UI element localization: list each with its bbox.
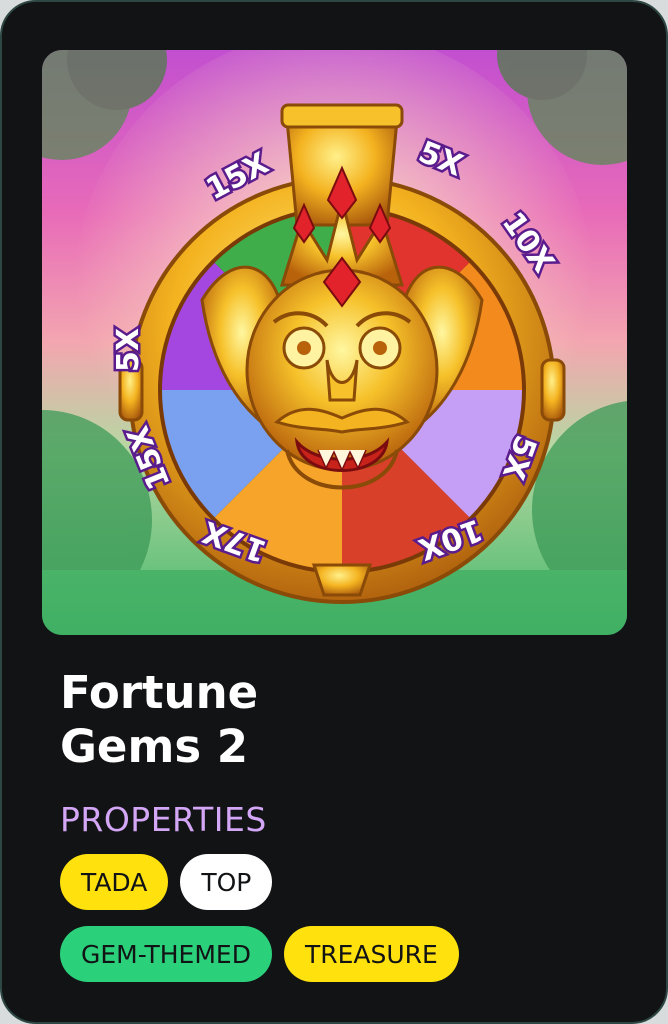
game-card[interactable]: 15X 5X 10X 5X 15X 17X 10X 5X Fortune Gem…: [0, 0, 668, 1024]
game-title-line-1: Fortune: [60, 666, 259, 719]
tag-row: GEM-THEMED TREASURE: [60, 926, 459, 982]
game-artwork[interactable]: 15X 5X 10X 5X 15X 17X 10X 5X: [42, 50, 627, 635]
wheel-multiplier-label: 5X: [111, 328, 146, 372]
tag-top[interactable]: TOP: [180, 854, 273, 910]
fortune-wheel-illustration: 15X 5X 10X 5X 15X 17X 10X 5X: [42, 50, 627, 635]
game-title: Fortune Gems 2: [60, 666, 258, 774]
tag-row: TADA TOP: [60, 854, 273, 910]
tag-treasure[interactable]: TREASURE: [283, 926, 459, 982]
game-title-line-2: Gems 2: [60, 720, 249, 773]
tag-gem-themed[interactable]: GEM-THEMED: [60, 926, 272, 982]
properties-label: PROPERTIES: [60, 800, 267, 839]
tag-tada[interactable]: TADA: [60, 854, 169, 910]
